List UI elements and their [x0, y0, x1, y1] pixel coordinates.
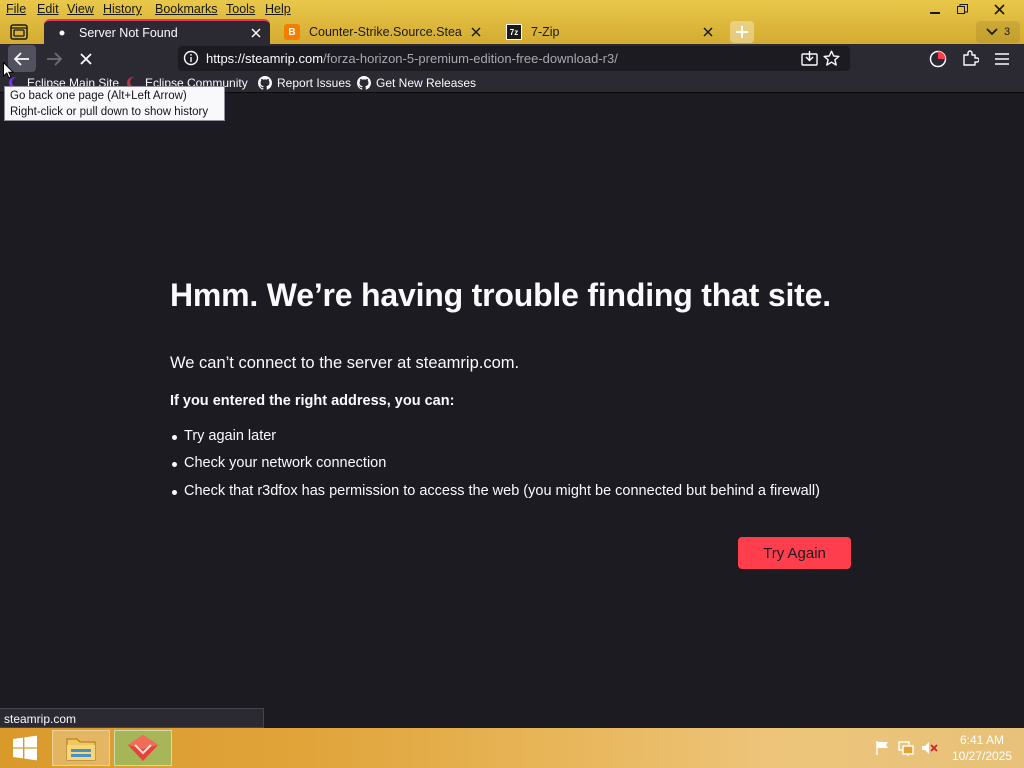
close-window-button[interactable]: [982, 0, 1016, 19]
tab-close-button[interactable]: [468, 24, 484, 40]
chevron-down-icon: [986, 28, 998, 36]
bookmark-get-new-releases[interactable]: Get New Releases: [357, 75, 476, 91]
suggestion-item: Check that r3dfox has permission to acce…: [172, 483, 820, 499]
back-button-tooltip: Go back one page (Alt+Left Arrow) Right-…: [4, 86, 225, 121]
url-bar[interactable]: https://steamrip.com/forza-horizon-5-pre…: [178, 46, 850, 71]
stop-button[interactable]: [72, 45, 100, 72]
new-tab-button[interactable]: [730, 21, 754, 43]
clock-date: 10/27/2025: [951, 749, 1013, 763]
puzzle-icon: [962, 50, 979, 66]
close-icon: [703, 27, 713, 37]
tab-close-button[interactable]: [248, 25, 264, 41]
extensions-button[interactable]: [956, 45, 984, 72]
flag-icon[interactable]: [874, 740, 892, 756]
tab-count: 3: [1003, 26, 1011, 38]
hamburger-menu-icon: [995, 52, 1009, 65]
try-again-button[interactable]: Try Again: [738, 537, 851, 569]
bookmark-report-issues[interactable]: Report Issues: [258, 75, 351, 91]
status-panel: steamrip.com: [0, 708, 264, 728]
url-host: https://steamrip.com: [206, 51, 324, 66]
app-menu-button[interactable]: [988, 45, 1016, 72]
bookmark-label: Get New Releases: [376, 76, 477, 90]
navigation-toolbar: https://steamrip.com/forza-horizon-5-pre…: [0, 44, 1024, 73]
menu-edit[interactable]: Edit: [37, 2, 59, 16]
firefox-view-button[interactable]: [4, 20, 34, 44]
clock-time: 6:41 AM: [959, 733, 1005, 747]
github-icon: [258, 76, 272, 90]
restore-icon: [956, 4, 968, 14]
tab-title: 7-Zip: [531, 25, 560, 39]
title-bar: File Edit View History Bookmarks Tools H…: [0, 0, 1024, 44]
tab-close-button[interactable]: [700, 24, 716, 40]
arrow-right-icon: [47, 51, 62, 66]
close-icon: [993, 4, 1005, 15]
menu-bar: File Edit View History Bookmarks Tools H…: [0, 0, 1024, 19]
menu-tools[interactable]: Tools: [226, 2, 255, 16]
menu-history[interactable]: History: [103, 2, 142, 16]
close-icon: [471, 27, 481, 37]
minimize-icon: [930, 11, 940, 14]
suggestion-item: Try again later: [171, 428, 277, 444]
url-path: /forza-horizon-5-premium-edition-free-do…: [323, 51, 618, 66]
tooltip-line: Right-click or pull down to show history: [10, 106, 209, 118]
volume-muted-icon[interactable]: [920, 740, 938, 756]
install-app-icon[interactable]: [801, 50, 818, 67]
firefox-view-icon: [10, 24, 28, 40]
account-icon: [929, 50, 947, 67]
menu-help[interactable]: Help: [265, 2, 291, 16]
tab-title: Counter-Strike.Source.SteamRIP: [309, 25, 462, 39]
forward-button[interactable]: [40, 45, 68, 72]
error-title: Hmm. We’re having trouble finding that s…: [170, 277, 831, 313]
taskbar-file-explorer[interactable]: [52, 730, 110, 766]
tab-7zip[interactable]: 7z 7-Zip: [496, 20, 722, 44]
error-hint: If you entered the right address, you ca…: [170, 393, 455, 409]
menu-view[interactable]: View: [67, 2, 94, 16]
bookmark-star-icon[interactable]: [823, 50, 840, 67]
bookmark-label: Report Issues: [277, 76, 352, 90]
taskbar-r3dfox-browser[interactable]: [114, 730, 172, 766]
url-text[interactable]: https://steamrip.com/forza-horizon-5-pre…: [206, 51, 618, 66]
page-icon: [54, 25, 70, 41]
menu-bookmarks[interactable]: Bookmarks: [155, 2, 218, 16]
info-icon[interactable]: [183, 50, 199, 66]
error-short-description: We can’t connect to the server at steamr…: [170, 354, 520, 372]
tab-counter-strike[interactable]: B Counter-Strike.Source.SteamRIP: [274, 20, 490, 44]
arrow-left-icon: [14, 51, 29, 66]
tab-title: Server Not Found: [79, 25, 178, 40]
r3dfox-icon: [128, 735, 158, 761]
restore-button[interactable]: [945, 0, 979, 19]
close-icon: [251, 27, 261, 38]
folder-icon: [66, 738, 96, 761]
windows-logo-icon: [13, 735, 37, 761]
list-all-tabs-button[interactable]: 3: [976, 21, 1020, 43]
start-button[interactable]: [0, 728, 50, 768]
menu-file[interactable]: File: [6, 2, 26, 16]
mouse-cursor-icon: [3, 62, 14, 79]
taskbar: 6:41 AM 10/27/2025: [0, 728, 1024, 768]
github-icon: [357, 76, 371, 90]
account-button[interactable]: [924, 45, 952, 72]
7zip-icon: 7z: [506, 24, 522, 40]
plus-icon: [736, 26, 748, 38]
stop-icon: [80, 52, 92, 65]
tooltip-line: Go back one page (Alt+Left Arrow): [10, 90, 187, 102]
system-clock[interactable]: 6:41 AM 10/27/2025: [948, 732, 1016, 764]
suggestion-item: Check your network connection: [171, 455, 387, 471]
network-icon[interactable]: [897, 740, 915, 756]
tab-server-not-found[interactable]: Server Not Found: [44, 19, 270, 44]
blogger-icon: B: [284, 24, 300, 40]
